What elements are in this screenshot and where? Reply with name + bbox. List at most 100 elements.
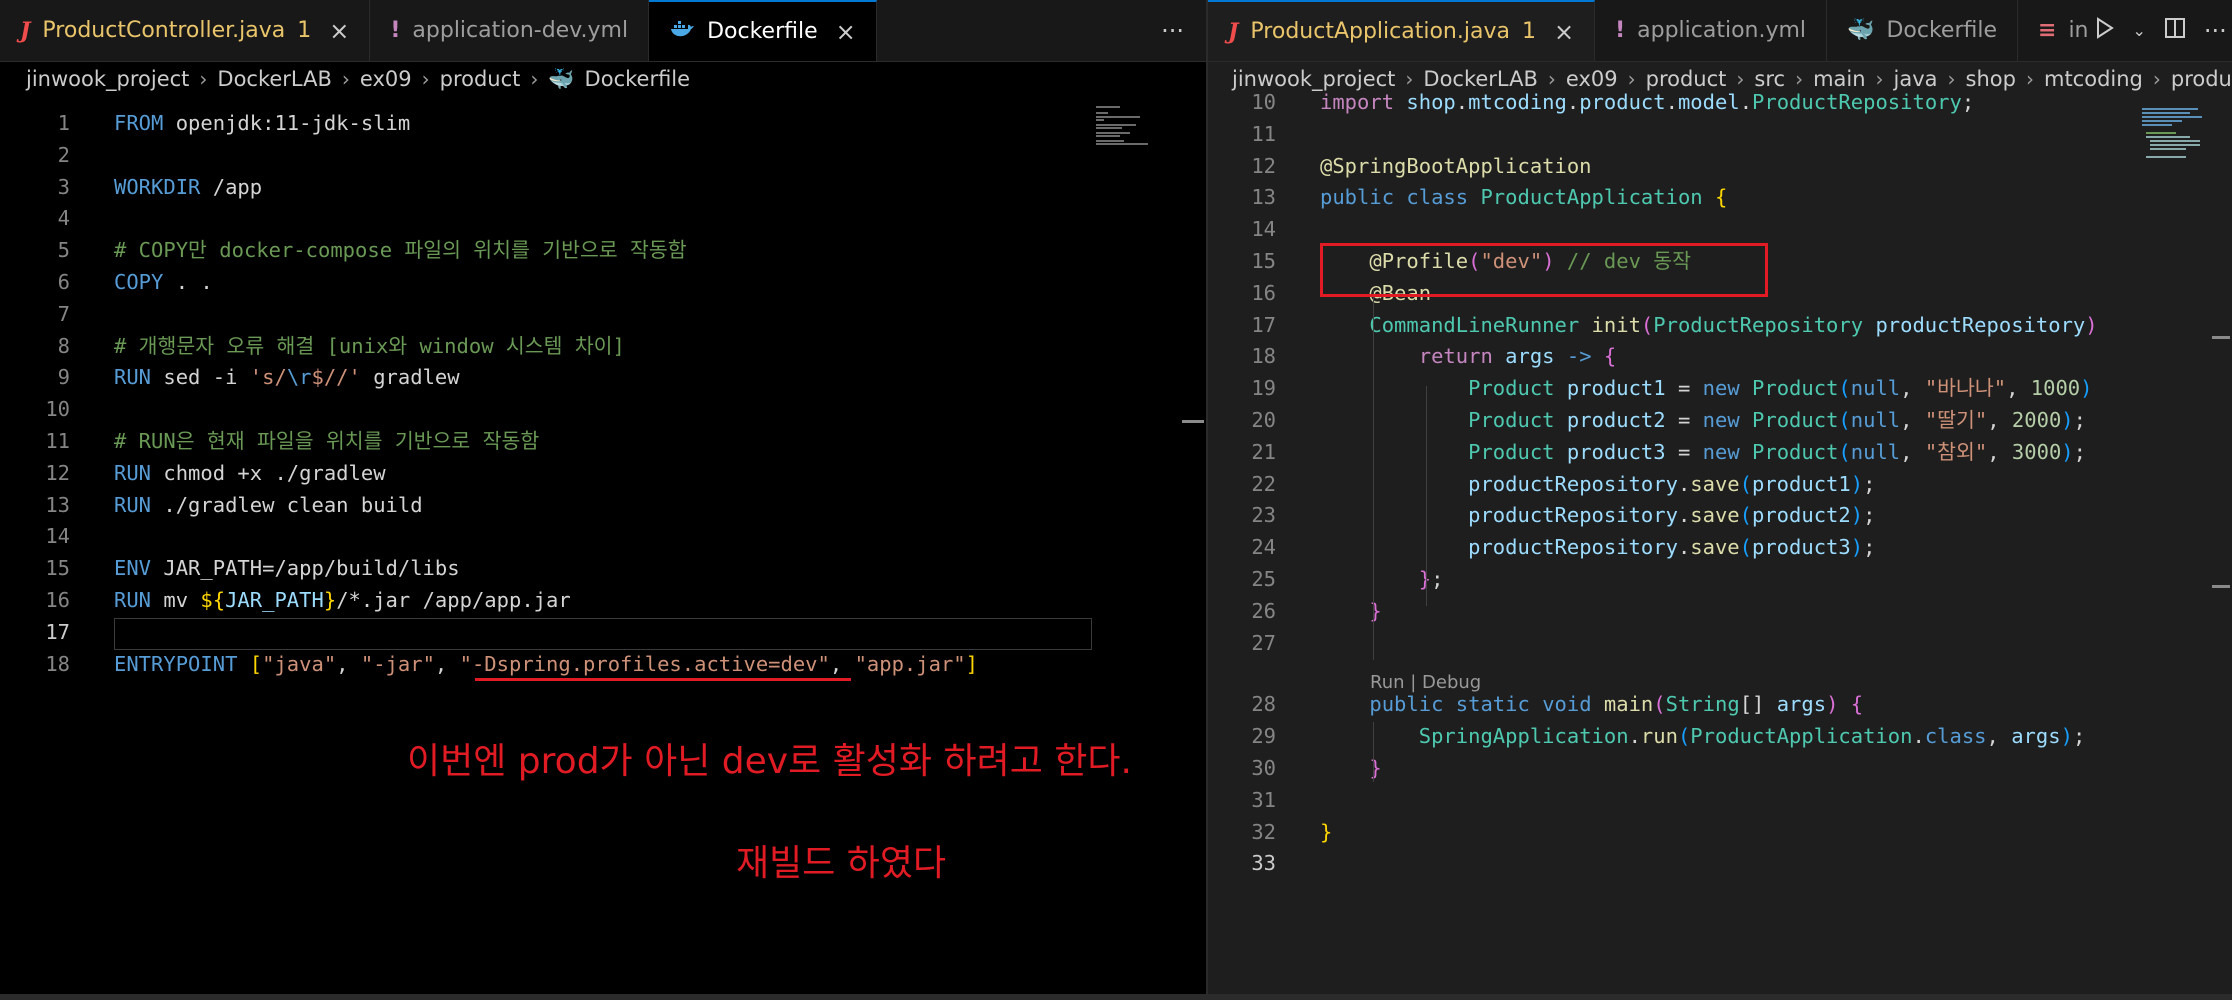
- code-line[interactable]: 24 productRepository.save(product3);: [1208, 531, 2232, 563]
- line-number: 7: [57, 301, 70, 326]
- minimap[interactable]: [1096, 106, 1176, 146]
- split-editor-icon[interactable]: [2164, 17, 2186, 45]
- code-text: CommandLineRunner init(ProductRepository…: [1369, 312, 2098, 337]
- java-file-icon: J: [1228, 18, 1239, 45]
- problem-count-badge: 1: [1521, 19, 1536, 44]
- breadcrumb-item[interactable]: product: [440, 67, 521, 91]
- scrollbar-indicator[interactable]: [2212, 585, 2230, 588]
- code-text: public static void main(String[] args) {: [1369, 692, 1864, 717]
- code-text: import shop.mtcoding.product.model.Produ…: [1320, 90, 1975, 114]
- chevron-right-icon: ›: [421, 67, 430, 91]
- line-number: 13: [1251, 185, 1276, 210]
- code-line[interactable]: 12 RUN chmod +x ./gradlew: [0, 457, 1206, 489]
- code-line[interactable]: 14: [0, 520, 1206, 552]
- line-number: 28: [1251, 692, 1276, 717]
- breadcrumb-item[interactable]: Dockerfile: [585, 67, 691, 91]
- close-icon[interactable]: ×: [836, 18, 856, 46]
- code-line[interactable]: 31: [1208, 784, 2232, 816]
- code-line[interactable]: 22 productRepository.save(product1);: [1208, 468, 2232, 500]
- code-text: productRepository.save(product3);: [1468, 535, 1876, 560]
- tab-dockerfile[interactable]: Dockerfile ×: [649, 0, 877, 61]
- chevron-down-icon[interactable]: ⌄: [2133, 21, 2146, 40]
- scrollbar-indicator[interactable]: [1182, 420, 1204, 423]
- code-line[interactable]: 33: [1208, 847, 2232, 879]
- tab-label: ProductApplication.java: [1250, 19, 1510, 44]
- line-number: 26: [1251, 598, 1276, 623]
- code-line[interactable]: 2: [0, 139, 1206, 171]
- breadcrumb-item[interactable]: jinwook_project: [26, 67, 189, 91]
- code-line[interactable]: 13 public class ProductApplication {: [1208, 181, 2232, 213]
- line-number: 17: [45, 619, 70, 644]
- tab-application-yml[interactable]: ! application.yml: [1595, 0, 1828, 61]
- breadcrumb-item[interactable]: DockerLAB: [217, 67, 332, 91]
- line-number: 32: [1251, 819, 1276, 844]
- code-line[interactable]: 25 };: [1208, 563, 2232, 595]
- code-line[interactable]: 20 Product product2 = new Product(null, …: [1208, 404, 2232, 436]
- run-icon[interactable]: [2095, 16, 2115, 45]
- code-text: Product product2 = new Product(null, "딸기…: [1468, 408, 2086, 432]
- minimap[interactable]: [2142, 106, 2212, 166]
- line-number: 31: [1251, 787, 1276, 812]
- code-line[interactable]: 28 public static void main(String[] args…: [1208, 688, 2232, 720]
- code-line[interactable]: 14: [1208, 213, 2232, 245]
- code-line[interactable]: 13 RUN ./gradlew clean build: [0, 489, 1206, 521]
- close-icon[interactable]: ×: [329, 17, 349, 45]
- code-line[interactable]: 32}: [1208, 816, 2232, 848]
- code-line[interactable]: 27: [1208, 627, 2232, 659]
- code-text: }: [1320, 819, 1333, 844]
- tab-productapplication-java[interactable]: J ProductApplication.java 1 ×: [1208, 0, 1596, 61]
- close-icon[interactable]: ×: [1554, 18, 1574, 46]
- code-line[interactable]: 3 WORKDIR /app: [0, 171, 1206, 203]
- code-line[interactable]: 11 # RUN은 현재 파일을 위치를 기반으로 작동함: [0, 425, 1206, 457]
- dockerfile-editor[interactable]: 1 FROM openjdk:11-jdk-slim 2 3 WORKDIR /app 4…: [0, 100, 1206, 1000]
- tab-database[interactable]: ≡ in: [2018, 0, 2095, 61]
- code-line[interactable]: 10 import shop.mtcoding.product.model.Pro…: [1208, 86, 2232, 118]
- code-line[interactable]: 15 ENV JAR_PATH=/app/build/libs: [0, 552, 1206, 584]
- tab-dockerfile[interactable]: 🐳 Dockerfile: [1827, 0, 2018, 61]
- code-line[interactable]: 7: [0, 298, 1206, 330]
- line-number: 1: [57, 111, 70, 135]
- codelens-run-debug[interactable]: Run | Debug: [1370, 672, 1481, 693]
- more-actions-icon[interactable]: ···: [2204, 17, 2227, 45]
- code-line[interactable]: 12 @SpringBootApplication: [1208, 150, 2232, 182]
- code-line[interactable]: 11: [1208, 118, 2232, 150]
- line-number: 33: [1251, 851, 1276, 876]
- code-line[interactable]: 17: [0, 616, 1206, 648]
- line-number: 11: [45, 429, 70, 453]
- code-line[interactable]: 9 RUN sed -i 's/\r$//' gradlew: [0, 361, 1206, 393]
- code-line[interactable]: 4: [0, 202, 1206, 234]
- line-number: 27: [1251, 630, 1276, 655]
- tab-application-dev-yml[interactable]: ! application-dev.yml: [370, 0, 650, 61]
- code-line[interactable]: 18 return args -> {: [1208, 340, 2232, 372]
- tab-label: Dockerfile: [707, 19, 818, 44]
- code-line[interactable]: 6 COPY . .: [0, 266, 1206, 298]
- code-line[interactable]: 5 # COPY만 docker-compose 파일의 위치를 기반으로 작동함: [0, 234, 1206, 266]
- code-text: @SpringBootApplication: [1320, 153, 1592, 178]
- line-number: 24: [1251, 535, 1276, 560]
- code-line[interactable]: 16 RUN mv ${JAR_PATH}/*.jar /app/app.jar: [0, 584, 1206, 616]
- line-number: 29: [1251, 724, 1276, 749]
- code-line[interactable]: 18 ENTRYPOINT ["java", "-jar", "-Dspring.…: [0, 648, 1206, 680]
- code-text: RUN mv ${JAR_PATH}/*.jar /app/app.jar: [114, 588, 571, 612]
- line-number: 11: [1251, 121, 1276, 146]
- more-actions-icon[interactable]: ···: [1161, 17, 1184, 45]
- code-text: Product product3 = new Product(null, "참외…: [1468, 439, 2086, 464]
- tab-productcontroller-java[interactable]: J ProductController.java 1 ×: [0, 0, 371, 61]
- tab-label: ProductController.java: [42, 18, 286, 43]
- code-line[interactable]: 26 }: [1208, 595, 2232, 627]
- code-line[interactable]: 19 Product product1 = new Product(null, …: [1208, 372, 2232, 404]
- scrollbar-indicator[interactable]: [2212, 336, 2230, 339]
- code-line[interactable]: 29 SpringApplication.run(ProductApplicat…: [1208, 720, 2232, 752]
- code-line[interactable]: 23 productRepository.save(product2);: [1208, 499, 2232, 531]
- code-line[interactable]: 21 Product product3 = new Product(null, …: [1208, 436, 2232, 468]
- code-line[interactable]: 1 FROM openjdk:11-jdk-slim: [0, 107, 1206, 139]
- code-line[interactable]: 8 # 개행문자 오류 해결 [unix와 window 시스템 차이]: [0, 330, 1206, 362]
- line-number: 9: [57, 365, 70, 390]
- java-editor[interactable]: 10 import shop.mtcoding.product.model.Pro…: [1208, 90, 2232, 1000]
- code-line[interactable]: 30 }: [1208, 752, 2232, 784]
- line-number: 4: [57, 206, 70, 231]
- code-line[interactable]: 10: [0, 393, 1206, 425]
- line-number: 13: [45, 492, 70, 517]
- breadcrumb-item[interactable]: ex09: [360, 67, 412, 91]
- code-line[interactable]: 17 CommandLineRunner init(ProductReposit…: [1208, 309, 2232, 341]
